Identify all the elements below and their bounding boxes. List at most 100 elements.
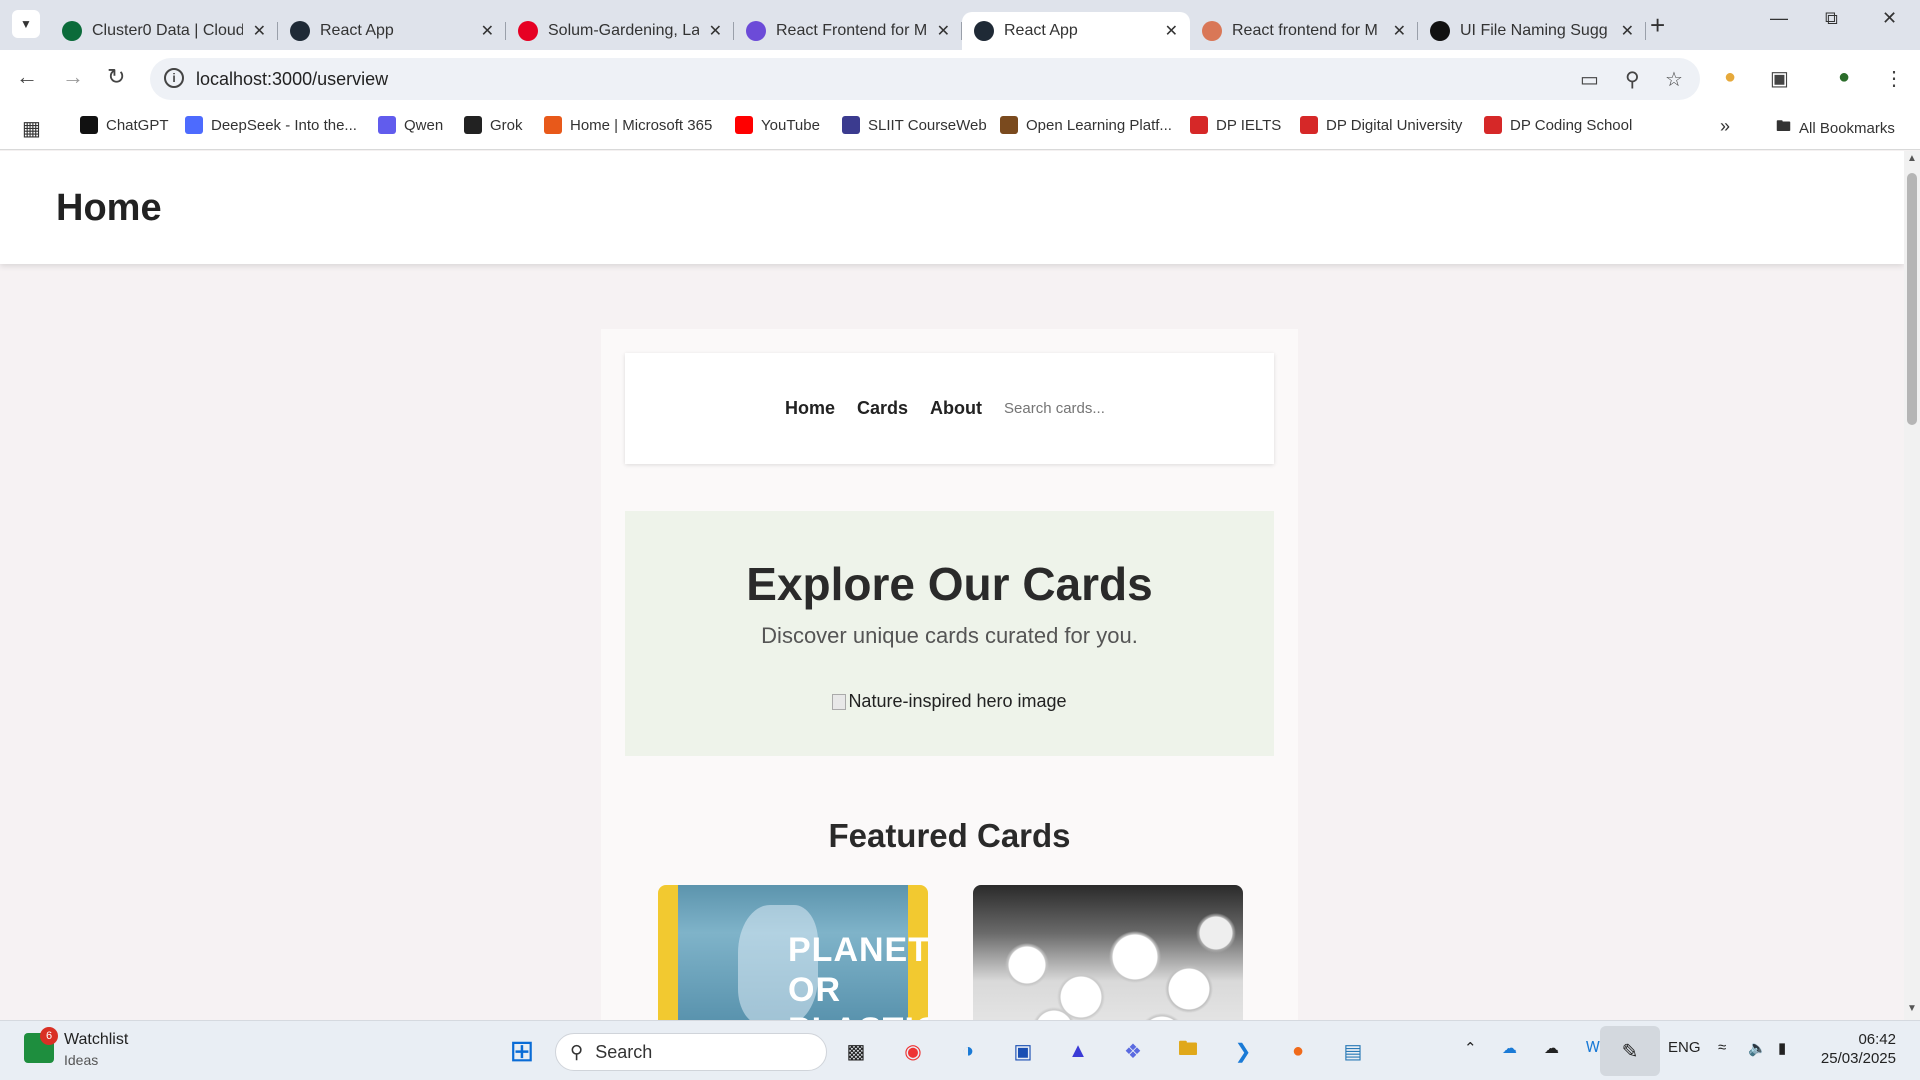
task-view-icon[interactable]: ▩	[836, 1031, 876, 1071]
app-icon[interactable]: ▲	[1058, 1031, 1098, 1071]
bookmark-2[interactable]: Qwen	[378, 116, 443, 134]
bluetooth-icon[interactable]: Ꮃ	[1586, 1039, 1600, 1056]
cloud-icon[interactable]: ☁	[1544, 1039, 1559, 1057]
bookmark-8[interactable]: DP IELTS	[1190, 116, 1281, 134]
extensions-icon[interactable]: ▣	[1770, 66, 1789, 91]
close-tab-icon[interactable]: ✕	[481, 21, 494, 41]
apps-grid-icon[interactable]: ▦	[22, 116, 41, 141]
address-bar[interactable]: i localhost:3000/userview ▭ ⚲ ☆	[150, 58, 1700, 100]
tab-strip: ▼ Cluster0 Data | Cloud ✕ React App ✕ Solum-…	[0, 0, 1920, 50]
vscode-icon[interactable]: ❯	[1223, 1031, 1263, 1071]
bookmark-9[interactable]: DP Digital University	[1300, 116, 1462, 134]
clock[interactable]: 06:42 25/03/2025	[1820, 1031, 1896, 1067]
close-tab-icon[interactable]: ✕	[1393, 21, 1406, 41]
search-input[interactable]	[1004, 400, 1115, 417]
card-image	[973, 885, 1243, 1020]
clock-time: 06:42	[1858, 1031, 1896, 1048]
bookmarks-bar: ▦ ChatGPT DeepSeek - Into the... Qwen Grok H…	[0, 106, 1920, 150]
watchlist-sub: Ideas	[64, 1052, 99, 1068]
close-tab-icon[interactable]: ✕	[1165, 21, 1178, 41]
tab-title: Solum-Gardening, La	[548, 22, 699, 39]
deepseek-icon	[746, 21, 766, 41]
hero-image: Nature-inspired hero image	[832, 691, 1067, 712]
bookmark-0[interactable]: ChatGPT	[80, 116, 169, 134]
menu-icon[interactable]: ⋮	[1884, 66, 1904, 91]
hero-section: Explore Our Cards Discover unique cards …	[625, 511, 1274, 756]
mongodb-leaf-icon	[62, 21, 82, 41]
tab-3[interactable]: React Frontend for M ✕	[734, 12, 962, 50]
card-foam-balls[interactable]	[973, 885, 1243, 1020]
nav-home-link[interactable]: Home	[785, 398, 835, 419]
taskbar-search[interactable]: ⚲ Search	[555, 1033, 827, 1071]
tab-title: React frontend for M	[1232, 22, 1378, 39]
tab-5[interactable]: React frontend for M ✕	[1190, 12, 1418, 50]
close-tab-icon[interactable]: ✕	[1621, 21, 1634, 41]
tab-4[interactable]: React App ✕	[962, 12, 1190, 50]
volume-icon[interactable]: 🔈	[1748, 1039, 1767, 1057]
battery-icon[interactable]: ▮	[1778, 1039, 1786, 1057]
profile-avatar[interactable]: ●	[1838, 66, 1850, 89]
nav-about-link[interactable]: About	[930, 398, 982, 419]
page-scrollbar[interactable]: ▲ ▼	[1904, 151, 1920, 1020]
page-viewport: Home Home Cards About Explore Our Cards …	[0, 151, 1904, 1020]
bookmark-10[interactable]: DP Coding School	[1484, 116, 1632, 134]
store-icon[interactable]: ▣	[1003, 1031, 1043, 1071]
bookmark-5[interactable]: YouTube	[735, 116, 820, 134]
watchlist-title: Watchlist	[64, 1031, 129, 1048]
more-bookmarks-icon[interactable]: »	[1720, 116, 1730, 137]
tab-6[interactable]: UI File Naming Sugg ✕	[1418, 12, 1646, 50]
bookmark-4[interactable]: Home | Microsoft 365	[544, 116, 712, 134]
onedrive-icon[interactable]: ☁	[1502, 1039, 1517, 1057]
forward-button[interactable]: →	[62, 64, 84, 90]
bookmark-7[interactable]: Open Learning Platf...	[1000, 116, 1172, 134]
bookmark-3[interactable]: Grok	[464, 116, 523, 134]
wifi-icon[interactable]: ≈	[1718, 1039, 1726, 1056]
postman-icon[interactable]: ●	[1278, 1031, 1318, 1071]
watchlist-badge: 6	[40, 1027, 58, 1045]
browser-toolbar: ← → ↻ i localhost:3000/userview ▭ ⚲ ☆ ● …	[0, 50, 1920, 106]
folder-icon: 🖿	[1776, 118, 1792, 135]
bookmark-favicon-icon	[1000, 116, 1018, 134]
minimize-button[interactable]: —	[1770, 8, 1788, 29]
bookmark-star-icon[interactable]: ☆	[1665, 67, 1683, 92]
tab-search-button[interactable]: ▼	[12, 10, 40, 38]
bookmark-label: ChatGPT	[106, 116, 169, 134]
close-tab-icon[interactable]: ✕	[253, 21, 266, 41]
close-tab-icon[interactable]: ✕	[709, 21, 722, 41]
pen-widget-icon[interactable]: ✎	[1600, 1026, 1660, 1076]
bookmark-6[interactable]: SLIIT CourseWeb	[842, 116, 987, 134]
reload-button[interactable]: ↻	[107, 64, 125, 90]
install-app-icon[interactable]: ▭	[1580, 67, 1599, 92]
tab-0[interactable]: Cluster0 Data | Cloud ✕	[50, 12, 278, 50]
tab-2[interactable]: Solum-Gardening, La ✕	[506, 12, 734, 50]
show-hidden-icons[interactable]: ⌃	[1464, 1039, 1477, 1057]
bookmark-1[interactable]: DeepSeek - Into the...	[185, 116, 357, 134]
scroll-thumb[interactable]	[1907, 173, 1917, 425]
start-button[interactable]: ⊞	[502, 1031, 542, 1071]
all-bookmarks-button[interactable]: 🖿 All Bookmarks	[1776, 116, 1895, 141]
claude-icon	[1202, 21, 1222, 41]
zoom-icon[interactable]: ⚲	[1625, 67, 1640, 92]
bookmark-favicon-icon	[185, 116, 203, 134]
card-planet-or-plastic[interactable]: PLANET OR PLASTIC?	[658, 885, 928, 1020]
language-indicator[interactable]: ENG	[1668, 1039, 1701, 1056]
tab-1[interactable]: React App ✕	[278, 12, 506, 50]
copilot-icon[interactable]: ❖	[1113, 1031, 1153, 1071]
new-tab-button[interactable]: +	[1650, 10, 1665, 41]
card-image: PLANET OR PLASTIC?	[678, 885, 928, 1020]
gemini-icon[interactable]: ●	[1724, 66, 1736, 89]
restore-button[interactable]: ⧉	[1825, 8, 1838, 29]
scroll-up-icon[interactable]: ▲	[1907, 153, 1917, 164]
nav-cards-link[interactable]: Cards	[857, 398, 908, 419]
edge-icon[interactable]: ◑	[948, 1031, 988, 1071]
site-info-icon[interactable]: i	[164, 68, 184, 88]
scroll-down-icon[interactable]: ▼	[1907, 1003, 1917, 1014]
file-explorer-icon[interactable]: 🖿	[1168, 1031, 1208, 1071]
remote-desktop-icon[interactable]: ▤	[1333, 1031, 1373, 1071]
close-tab-icon[interactable]: ✕	[937, 21, 950, 41]
chrome-icon[interactable]: ◉	[893, 1031, 933, 1071]
back-button[interactable]: ←	[16, 64, 38, 90]
close-window-button[interactable]: ✕	[1882, 8, 1897, 29]
url-text[interactable]: localhost:3000/userview	[196, 69, 388, 90]
chevron-down-icon: ▼	[20, 17, 32, 31]
